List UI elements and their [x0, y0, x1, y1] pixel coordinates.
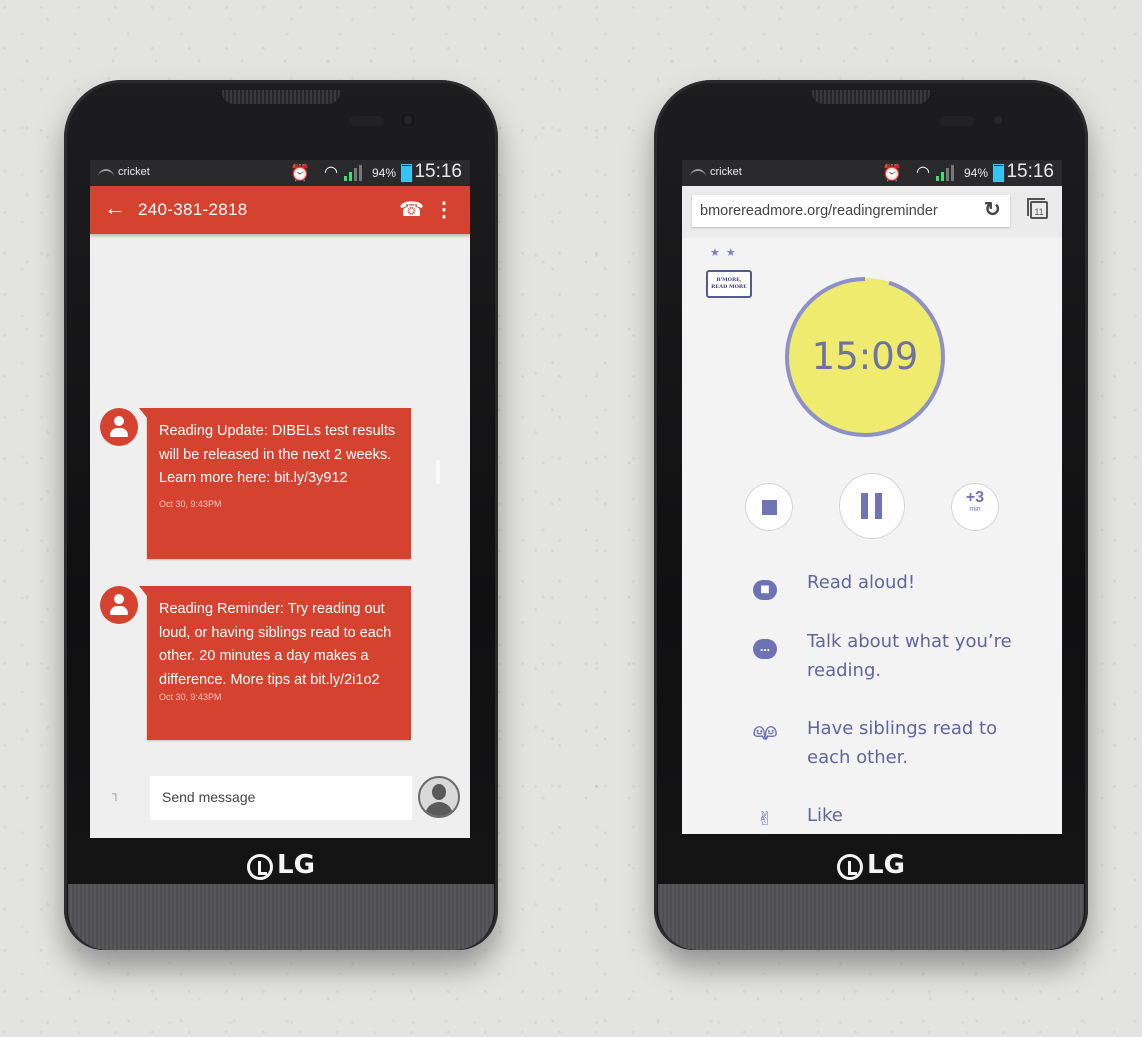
lg-logo: LG [64, 850, 498, 880]
contact-number: 240-381-2818 [138, 200, 248, 219]
address-bar[interactable]: bmorereadmore.org/readingreminder [692, 195, 1010, 227]
add-time-button[interactable]: +3 min [952, 484, 998, 530]
message-bubble[interactable]: Reading Reminder: Try reading out loud, … [139, 586, 411, 740]
thumbs-up-icon: ✌ [757, 808, 773, 830]
clock: 15:16 [414, 161, 462, 182]
message-timestamp: Oct 30, 9:43PM [159, 692, 222, 702]
battery-percent: 94% [371, 166, 396, 180]
message-composer[interactable] [150, 776, 412, 820]
phone-right: cricket ⏰ ◠ 94% 15:16 bmorereadmore.org/… [654, 80, 1088, 950]
cell-signal-icon [344, 165, 366, 181]
phone-left: cricket ⏰ ◠ 94% 15:16 ← 240-381-2818 ☎ ⋮… [64, 80, 498, 950]
send-message-input[interactable] [160, 788, 394, 806]
reading-timer: 15:09 [772, 264, 972, 464]
timer-display: 15:09 [811, 335, 919, 378]
status-bar: cricket ⏰ ◠ 94% 15:16 [90, 160, 470, 186]
alarm-clock-icon: ⏰ [882, 165, 902, 182]
carrier-label: cricket [710, 166, 742, 178]
arrow-left-icon[interactable]: ← [104, 195, 126, 221]
brand-label: LG [867, 850, 905, 880]
add-time-unit: min [969, 506, 981, 513]
front-camera [990, 112, 1006, 128]
cell-signal-icon [936, 165, 958, 181]
reading-reminder-page: ★★ B'MORE, READ MORE 15:09 +3 min ■ Read… [682, 238, 1062, 834]
earpiece-speaker [812, 90, 930, 104]
stars-icon: ★★ [710, 247, 742, 259]
wifi-icon: ◠ [324, 164, 338, 181]
earpiece-speaker [222, 90, 340, 104]
proximity-sensor [940, 116, 974, 126]
stop-button[interactable] [746, 484, 792, 530]
message-text: Reading Update: DIBELs test results will… [159, 423, 396, 486]
reload-icon[interactable]: ↻ [984, 197, 1001, 222]
conversation-app-bar: ← 240-381-2818 ☎ ⋮ [90, 186, 470, 234]
tip-text: Like [807, 805, 843, 826]
lg-logo: LG [654, 850, 1088, 880]
bmore-read-more-logo[interactable]: ★★ B'MORE, READ MORE [706, 246, 754, 306]
tip-text: Talk about what you’re reading. [807, 631, 1012, 681]
phone-icon[interactable]: ☎ [399, 197, 424, 222]
front-camera [400, 112, 416, 128]
battery-icon [401, 164, 412, 182]
paperclip-icon[interactable]: ⌐ [106, 792, 124, 801]
clock: 15:16 [1006, 161, 1054, 182]
add-time-amount: +3 [965, 489, 985, 506]
talk-bubbles-icon: … [752, 631, 778, 659]
alarm-clock-icon: ⏰ [290, 165, 310, 182]
browser-toolbar: bmorereadmore.org/readingreminder ↻ 11 [682, 186, 1062, 238]
pause-button[interactable] [840, 474, 904, 538]
wifi-icon: ◠ [916, 164, 930, 181]
user-avatar[interactable] [418, 776, 460, 818]
lg-mark-icon [837, 854, 864, 880]
carrier-icon [98, 169, 114, 177]
phone-bottom-band [658, 884, 1084, 950]
read-aloud-icon: ■ [752, 572, 778, 600]
tip-text: Read aloud! [807, 572, 916, 593]
contact-avatar[interactable] [100, 408, 138, 446]
brand-label: LG [277, 850, 315, 880]
more-vert-icon[interactable]: ⋮ [434, 197, 454, 222]
contact-avatar[interactable] [100, 586, 138, 624]
battery-percent: 94% [963, 166, 988, 180]
phone-bottom-band [68, 884, 494, 950]
siblings-icon: 👫︎ [752, 721, 778, 743]
message-text: Reading Reminder: Try reading out loud, … [159, 601, 392, 688]
carrier-label: cricket [118, 166, 150, 178]
scrollbar-thumb[interactable] [436, 460, 440, 484]
sms-screen: cricket ⏰ ◠ 94% 15:16 ← 240-381-2818 ☎ ⋮… [90, 160, 470, 838]
browser-screen: cricket ⏰ ◠ 94% 15:16 bmorereadmore.org/… [682, 160, 1062, 834]
message-timestamp: Oct 30, 9:43PM [159, 498, 222, 509]
tab-switcher-icon[interactable]: 11 [1027, 198, 1048, 219]
book-icon: B'MORE, READ MORE [706, 270, 752, 298]
tip-text: Have siblings read to each other. [807, 718, 998, 768]
carrier-icon [690, 169, 706, 177]
message-bubble[interactable]: Reading Update: DIBELs test results will… [139, 408, 411, 559]
logo-text: B'MORE, READ MORE [711, 277, 747, 290]
proximity-sensor [350, 116, 384, 126]
status-bar: cricket ⏰ ◠ 94% 15:16 [682, 160, 1062, 186]
battery-icon [993, 164, 1004, 182]
lg-mark-icon [247, 854, 274, 880]
